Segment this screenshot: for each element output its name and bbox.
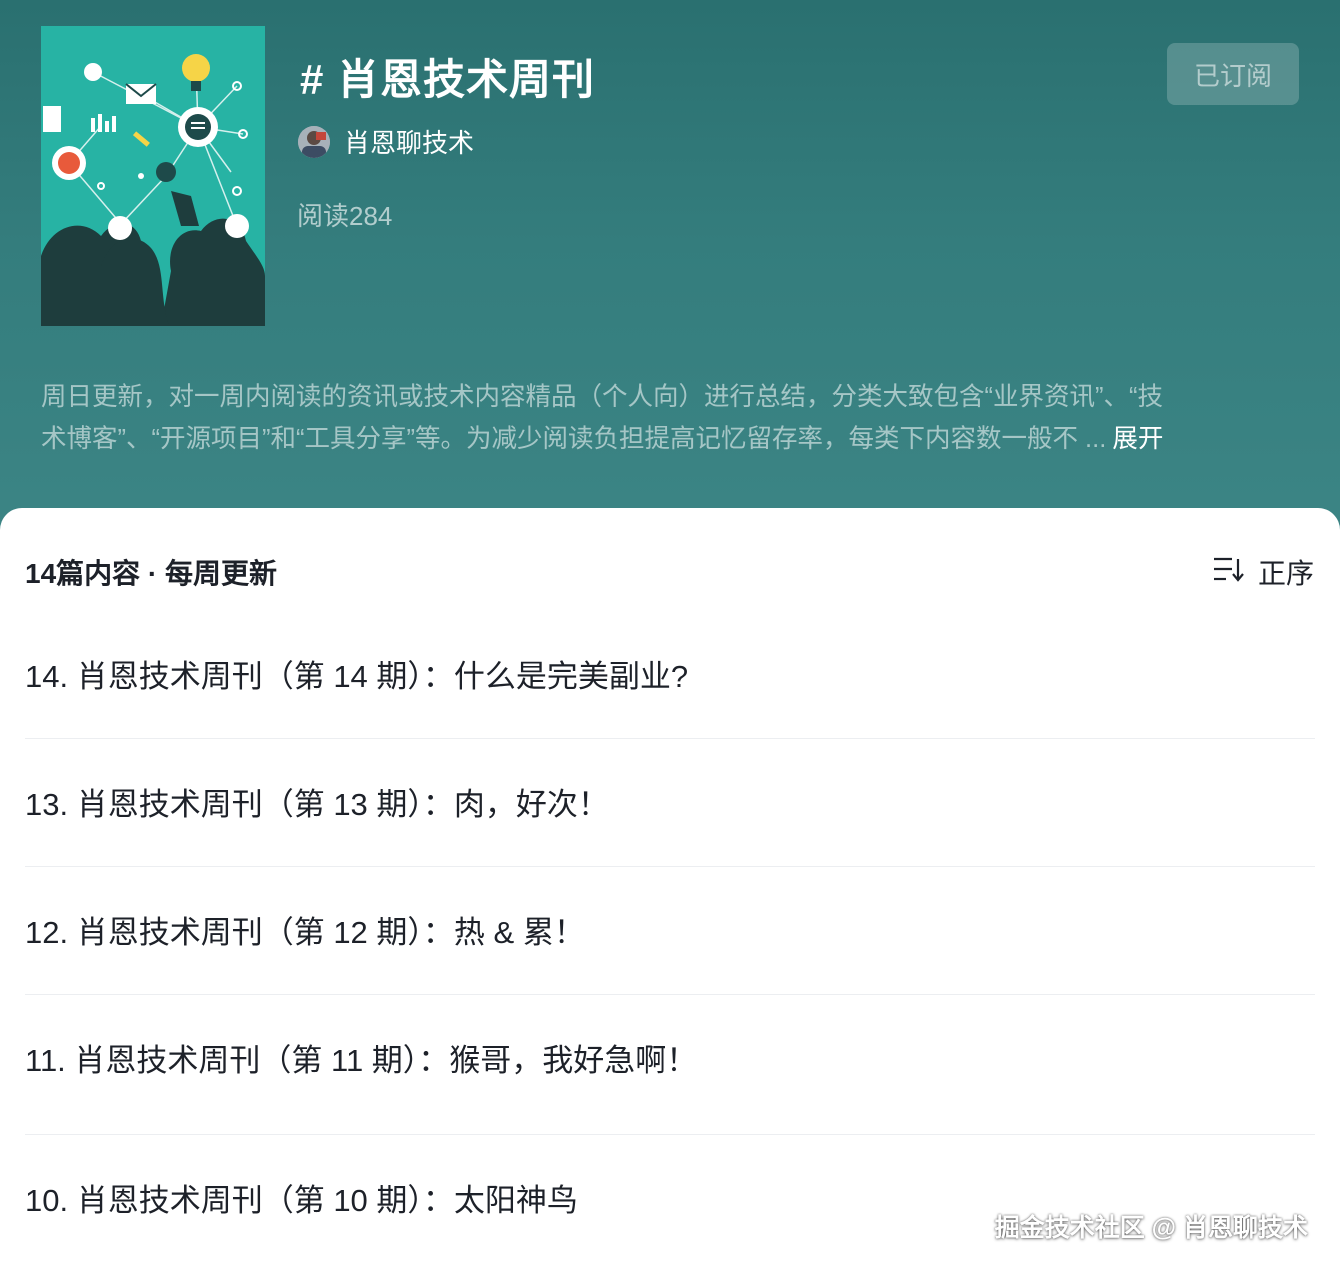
column-title: # 肖恩技术周刊 bbox=[300, 56, 596, 103]
article-list-panel: 14篇内容 · 每周更新 正序 14. 肖恩技术周刊（第 14 期）：什么是完美… bbox=[0, 508, 1340, 1272]
article-item[interactable]: 12. 肖恩技术周刊（第 12 期）：热 & 累！ bbox=[25, 913, 1315, 953]
watermark: 掘金技术社区 @ 肖恩聊技术 bbox=[994, 1214, 1308, 1242]
divider bbox=[25, 866, 1315, 867]
article-item[interactable]: 14. 肖恩技术周刊（第 14 期）：什么是完美副业? bbox=[25, 657, 1315, 697]
subscribed-button[interactable]: 已订阅 bbox=[1167, 43, 1299, 105]
cover-image bbox=[41, 26, 265, 326]
article-item[interactable]: 13. 肖恩技术周刊（第 13 期）：肉，好次！ bbox=[25, 785, 1315, 825]
avatar[interactable] bbox=[298, 125, 330, 158]
expand-link[interactable]: 展开 bbox=[1112, 425, 1163, 453]
divider bbox=[25, 738, 1315, 739]
article-item[interactable]: 11. 肖恩技术周刊（第 11 期）：猴哥，我好急啊！ bbox=[25, 1041, 1315, 1081]
author-name[interactable]: 肖恩聊技术 bbox=[344, 123, 474, 160]
column-header: # 肖恩技术周刊 肖恩聊技术 阅读284 已订阅 周日更新，对一周内阅读的资讯或… bbox=[0, 0, 1340, 540]
divider bbox=[25, 1134, 1315, 1135]
sort-toggle[interactable]: 正序 bbox=[1212, 552, 1314, 592]
description-line-1: 周日更新，对一周内阅读的资讯或技术内容精品（个人向）进行总结，分类大致包含“业界… bbox=[41, 383, 1163, 411]
description-line-2-text: 术博客”、“开源项目”和“工具分享”等。为减少阅读负担提高记忆留存率，每类下内容… bbox=[41, 425, 1107, 453]
sort-icon[interactable] bbox=[1212, 555, 1244, 590]
column-description: 周日更新，对一周内阅读的资讯或技术内容精品（个人向）进行总结，分类大致包含“业界… bbox=[41, 376, 1303, 460]
sort-label[interactable]: 正序 bbox=[1258, 552, 1314, 592]
author-row[interactable]: 肖恩聊技术 bbox=[298, 123, 474, 160]
read-count: 阅读284 bbox=[297, 201, 393, 231]
description-line-2: 术博客”、“开源项目”和“工具分享”等。为减少阅读负担提高记忆留存率，每类下内容… bbox=[41, 418, 1303, 460]
divider bbox=[25, 994, 1315, 995]
list-meta: 14篇内容 · 每周更新 bbox=[25, 558, 278, 589]
